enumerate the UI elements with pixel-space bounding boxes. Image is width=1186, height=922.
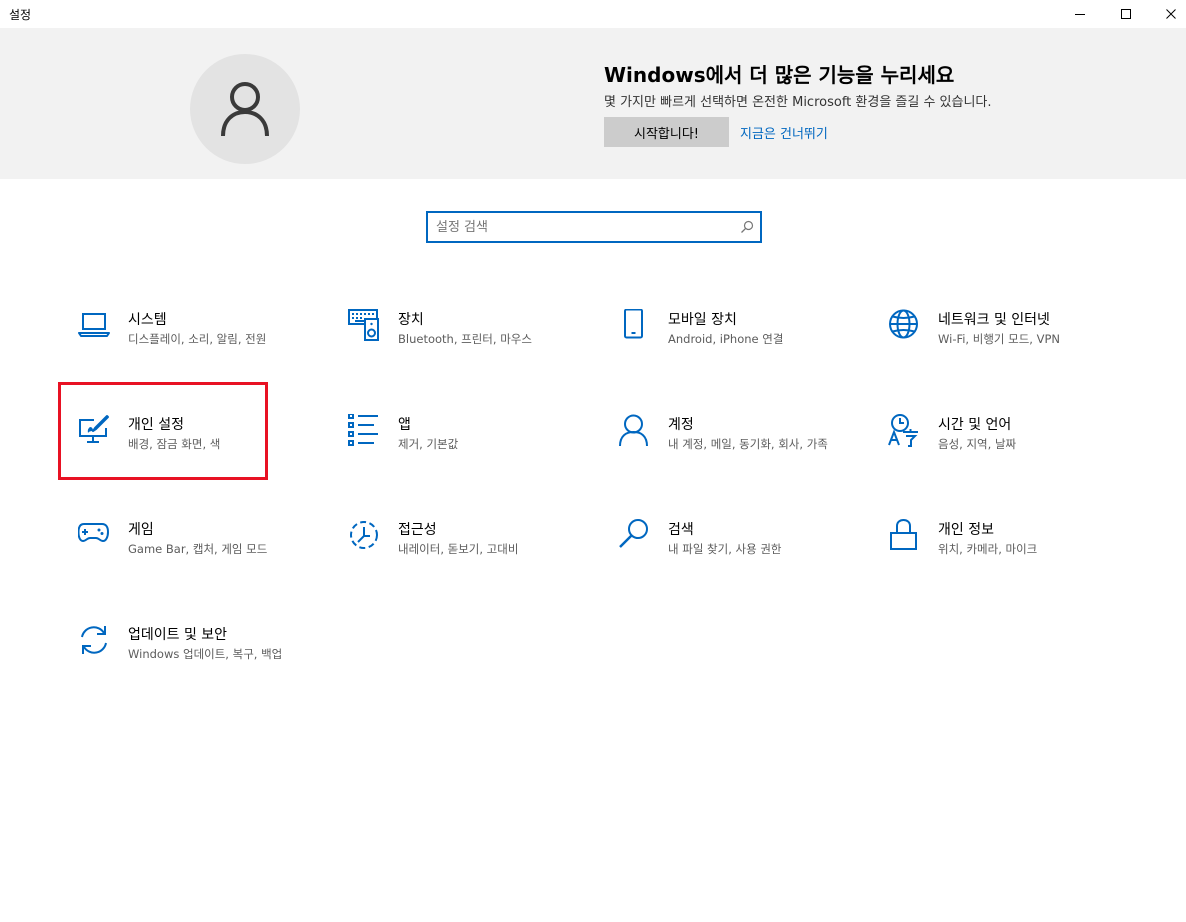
search-icon xyxy=(741,220,754,233)
laptop-icon xyxy=(78,313,110,337)
category-name: 네트워크 및 인터넷 xyxy=(938,312,1050,328)
category-gaming[interactable]: 게임 Game Bar, 캡처, 게임 모드 xyxy=(78,519,328,599)
category-name: 모바일 장치 xyxy=(668,312,737,328)
category-search[interactable]: 검색 내 파일 찾기, 사용 권한 xyxy=(618,519,868,599)
category-name: 앱 xyxy=(398,417,411,433)
title-bar: 설정 xyxy=(0,0,1186,28)
category-system[interactable]: 시스템 디스플레이, 소리, 알림, 전원 xyxy=(78,309,328,389)
skip-link[interactable]: 지금은 건너뛰기 xyxy=(740,123,828,142)
category-desc: Windows 업데이트, 복구, 백업 xyxy=(128,647,283,661)
window-title: 설정 xyxy=(9,8,32,22)
category-name: 개인 정보 xyxy=(938,522,994,538)
user-icon xyxy=(221,82,269,137)
category-desc: 내 파일 찾기, 사용 권한 xyxy=(668,542,782,556)
category-name: 계정 xyxy=(668,417,694,433)
category-name: 시간 및 언어 xyxy=(938,417,1012,433)
category-update-security[interactable]: 업데이트 및 보안 Windows 업데이트, 복구, 백업 xyxy=(78,624,328,704)
category-devices[interactable]: 장치 Bluetooth, 프린터, 마우스 xyxy=(348,309,598,389)
maximize-icon xyxy=(1121,9,1131,19)
update-icon xyxy=(81,626,107,654)
search-icon xyxy=(619,519,648,548)
account-banner: Windows에서 더 많은 기능을 누리세요 몇 가지만 빠르게 선택하면 온… xyxy=(0,28,1186,179)
banner-title: Windows에서 더 많은 기능을 누리세요 xyxy=(604,63,955,87)
category-name: 게임 xyxy=(128,522,154,538)
maximize-button[interactable] xyxy=(1103,0,1149,28)
category-desc: 내레이터, 돋보기, 고대비 xyxy=(398,542,519,556)
avatar xyxy=(190,54,300,164)
category-desc: 내 계정, 메일, 동기화, 회사, 가족 xyxy=(668,437,828,451)
category-desc: Bluetooth, 프린터, 마우스 xyxy=(398,332,532,346)
banner-subtitle: 몇 가지만 빠르게 선택하면 온전한 Microsoft 환경을 즐길 수 있습… xyxy=(604,95,992,110)
category-desc: 음성, 지역, 날짜 xyxy=(938,437,1017,451)
category-desc: 제거, 기본값 xyxy=(398,437,459,451)
category-desc: Android, iPhone 연결 xyxy=(668,332,784,346)
minimize-icon xyxy=(1075,14,1085,15)
highlight-box xyxy=(58,382,268,480)
category-name: 시스템 xyxy=(128,312,167,328)
close-icon xyxy=(1166,9,1176,19)
category-name: 검색 xyxy=(668,522,694,538)
apps-list-icon xyxy=(348,414,378,446)
time-language-icon xyxy=(888,414,918,447)
category-desc: Wi-Fi, 비행기 모드, VPN xyxy=(938,332,1061,346)
category-network[interactable]: 네트워크 및 인터넷 Wi-Fi, 비행기 모드, VPN xyxy=(888,309,1138,389)
category-desc: Game Bar, 캡처, 게임 모드 xyxy=(128,542,268,556)
category-apps[interactable]: 앱 제거, 기본값 xyxy=(348,414,598,494)
lock-icon xyxy=(890,519,917,550)
category-accessibility[interactable]: 접근성 내레이터, 돋보기, 고대비 xyxy=(348,519,598,599)
account-icon xyxy=(619,414,648,447)
category-name: 접근성 xyxy=(398,522,437,538)
category-name: 장치 xyxy=(398,312,424,328)
accessibility-icon xyxy=(350,521,378,549)
devices-icon xyxy=(348,309,379,341)
start-button[interactable]: 시작합니다! xyxy=(604,117,729,147)
gamepad-icon xyxy=(78,523,110,543)
close-button[interactable] xyxy=(1148,0,1186,28)
search-box xyxy=(426,211,762,243)
category-mobile-devices[interactable]: 모바일 장치 Android, iPhone 연결 xyxy=(618,309,868,389)
category-desc: 디스플레이, 소리, 알림, 전원 xyxy=(128,332,267,346)
globe-icon xyxy=(889,309,918,339)
category-desc: 위치, 카메라, 마이크 xyxy=(938,542,1038,556)
category-privacy[interactable]: 개인 정보 위치, 카메라, 마이크 xyxy=(888,519,1138,599)
search-input[interactable] xyxy=(436,213,726,241)
minimize-button[interactable] xyxy=(1057,0,1103,28)
category-time-language[interactable]: 시간 및 언어 음성, 지역, 날짜 xyxy=(888,414,1138,494)
category-name: 업데이트 및 보안 xyxy=(128,627,228,643)
phone-icon xyxy=(624,309,643,339)
category-accounts[interactable]: 계정 내 계정, 메일, 동기화, 회사, 가족 xyxy=(618,414,868,494)
